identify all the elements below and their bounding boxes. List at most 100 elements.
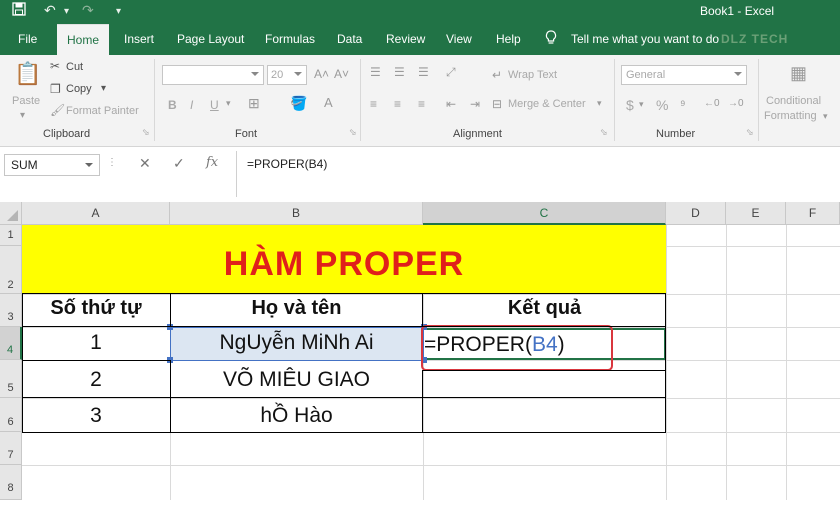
formula-text: =PROPER(B4) bbox=[247, 157, 328, 171]
header-name[interactable]: Họ và tên bbox=[170, 297, 423, 320]
row-header-5[interactable]: 5 bbox=[0, 360, 22, 398]
increase-font-icon[interactable]: A˄ bbox=[314, 67, 329, 81]
tab-formulas[interactable]: Formulas bbox=[265, 24, 315, 55]
orientation-icon[interactable]: ⤢ bbox=[446, 65, 456, 80]
header-stt[interactable]: Số thứ tự bbox=[22, 297, 170, 320]
column-header-a[interactable]: A bbox=[22, 202, 170, 225]
cancel-icon[interactable]: ✕ bbox=[139, 155, 151, 172]
paste-icon[interactable]: 📋 bbox=[14, 61, 41, 87]
align-bottom-icon[interactable]: ☰ bbox=[418, 65, 429, 79]
merge-icon[interactable]: ⊟ bbox=[492, 97, 502, 111]
row-header-3[interactable]: 3 bbox=[0, 294, 22, 327]
tab-data[interactable]: Data bbox=[337, 24, 362, 55]
name-box[interactable]: SUM bbox=[4, 154, 100, 176]
increase-indent-icon[interactable]: ⇥ bbox=[470, 97, 480, 111]
column-header-f[interactable]: F bbox=[786, 202, 840, 225]
font-size-combo[interactable]: 20 bbox=[267, 65, 307, 85]
tell-me-search[interactable]: Tell me what you want to do bbox=[571, 24, 719, 55]
paste-dropdown-icon[interactable]: ▾ bbox=[20, 110, 25, 121]
wrap-text-button[interactable]: Wrap Text bbox=[508, 69, 557, 81]
tab-home[interactable]: Home bbox=[57, 24, 110, 55]
cell-a5[interactable]: 2 bbox=[22, 368, 170, 392]
dialog-launcher-icon[interactable]: ⬂ bbox=[142, 127, 150, 138]
formula-input[interactable]: =PROPER(B4) bbox=[236, 151, 840, 197]
currency-dropdown-icon[interactable]: ▾ bbox=[639, 99, 644, 110]
header-result[interactable]: Kết quả bbox=[423, 297, 666, 320]
tab-file[interactable]: File bbox=[18, 24, 37, 55]
conditional-formatting-button[interactable]: Conditional bbox=[766, 95, 821, 107]
bold-button[interactable]: B bbox=[168, 98, 177, 112]
align-middle-icon[interactable]: ☰ bbox=[394, 65, 405, 79]
copy-dropdown-icon[interactable]: ▾ bbox=[101, 83, 106, 94]
cell-b6[interactable]: hỒ Hào bbox=[170, 404, 423, 428]
format-painter-button[interactable]: Format Painter bbox=[66, 105, 139, 117]
insert-function-icon[interactable]: fx bbox=[206, 155, 218, 170]
italic-button[interactable]: I bbox=[190, 98, 193, 112]
tab-view[interactable]: View bbox=[446, 24, 472, 55]
column-header-d[interactable]: D bbox=[666, 202, 726, 225]
cell-a6[interactable]: 3 bbox=[22, 404, 170, 428]
format-painter-icon[interactable]: 🖌 bbox=[50, 103, 65, 117]
number-group-label: Number bbox=[656, 128, 696, 140]
tab-page-layout[interactable]: Page Layout bbox=[177, 24, 244, 55]
row-header-8[interactable]: 8 bbox=[0, 465, 22, 500]
dialog-launcher-icon[interactable]: ⬂ bbox=[600, 127, 608, 138]
scissors-icon[interactable]: ✂ bbox=[50, 59, 60, 73]
undo-icon[interactable]: ↶ bbox=[44, 2, 56, 19]
align-top-icon[interactable]: ☰ bbox=[370, 65, 381, 79]
decrease-font-icon[interactable]: A˅ bbox=[334, 67, 349, 81]
cell-b5[interactable]: VÕ MIÊU GIAO bbox=[170, 368, 423, 392]
row-header-7[interactable]: 7 bbox=[0, 432, 22, 465]
dialog-launcher-icon[interactable]: ⬂ bbox=[746, 127, 754, 138]
undo-dropdown-icon[interactable]: ▾ bbox=[64, 6, 69, 17]
dialog-launcher-icon[interactable]: ⬂ bbox=[349, 127, 357, 138]
increase-decimal-icon[interactable]: ←0 bbox=[704, 98, 720, 109]
align-left-icon[interactable]: ≡ bbox=[370, 97, 377, 111]
tab-help[interactable]: Help bbox=[496, 24, 521, 55]
conditional-formatting-dropdown-icon[interactable]: ▾ bbox=[823, 111, 828, 122]
borders-icon[interactable]: ⊞ bbox=[248, 95, 260, 112]
title-cell[interactable]: HÀM PROPER bbox=[22, 225, 666, 294]
currency-button[interactable]: $ bbox=[626, 97, 634, 113]
redo-icon[interactable]: ↷ bbox=[82, 2, 94, 19]
merge-center-button[interactable]: Merge & Center bbox=[508, 98, 586, 110]
chevron-down-icon bbox=[734, 72, 742, 76]
underline-button[interactable]: U bbox=[210, 98, 219, 112]
fill-color-icon[interactable]: 🪣 bbox=[290, 95, 307, 112]
row-header-4[interactable]: 4 bbox=[0, 327, 22, 360]
paste-button[interactable]: Paste bbox=[12, 95, 40, 107]
comma-style-icon[interactable]: ⁹ bbox=[680, 97, 686, 112]
conditional-formatting-icon[interactable]: ▦ bbox=[790, 63, 807, 84]
row-header-6[interactable]: 6 bbox=[0, 398, 22, 432]
enter-icon[interactable]: ✓ bbox=[173, 155, 185, 172]
merge-dropdown-icon[interactable]: ▾ bbox=[597, 98, 602, 109]
row-header-2[interactable]: 2 bbox=[0, 246, 22, 294]
tab-insert[interactable]: Insert bbox=[124, 24, 154, 55]
lightbulb-icon[interactable] bbox=[545, 30, 557, 46]
font-name-combo[interactable] bbox=[162, 65, 264, 85]
tab-review[interactable]: Review bbox=[386, 24, 425, 55]
copy-button[interactable]: Copy bbox=[66, 83, 92, 95]
table-border bbox=[22, 326, 666, 327]
copy-icon[interactable]: ❐ bbox=[50, 82, 61, 96]
select-all-button[interactable] bbox=[0, 202, 22, 225]
cut-button[interactable]: Cut bbox=[66, 61, 83, 73]
more-options-icon[interactable]: ⋮ bbox=[107, 157, 117, 168]
percent-button[interactable]: % bbox=[656, 97, 668, 113]
align-right-icon[interactable]: ≡ bbox=[418, 97, 425, 111]
row-header-1[interactable]: 1 bbox=[0, 225, 22, 246]
decrease-indent-icon[interactable]: ⇤ bbox=[446, 97, 456, 111]
column-header-c[interactable]: C bbox=[423, 202, 666, 225]
wrap-text-icon[interactable]: ↵ bbox=[492, 68, 502, 82]
decrease-decimal-icon[interactable]: →0 bbox=[728, 98, 744, 109]
save-icon[interactable] bbox=[12, 2, 26, 19]
font-color-icon[interactable]: A bbox=[324, 95, 333, 110]
worksheet-grid[interactable]: A B C D E F 1 2 3 4 5 6 7 8 HÀM PROPER S… bbox=[0, 202, 840, 500]
column-header-b[interactable]: B bbox=[170, 202, 423, 225]
number-format-combo[interactable]: General bbox=[621, 65, 747, 85]
underline-dropdown-icon[interactable]: ▾ bbox=[226, 98, 231, 109]
column-header-e[interactable]: E bbox=[726, 202, 786, 225]
customize-qat-icon[interactable]: ▾ bbox=[116, 6, 121, 17]
cell-a4[interactable]: 1 bbox=[22, 331, 170, 355]
align-center-icon[interactable]: ≡ bbox=[394, 97, 401, 111]
